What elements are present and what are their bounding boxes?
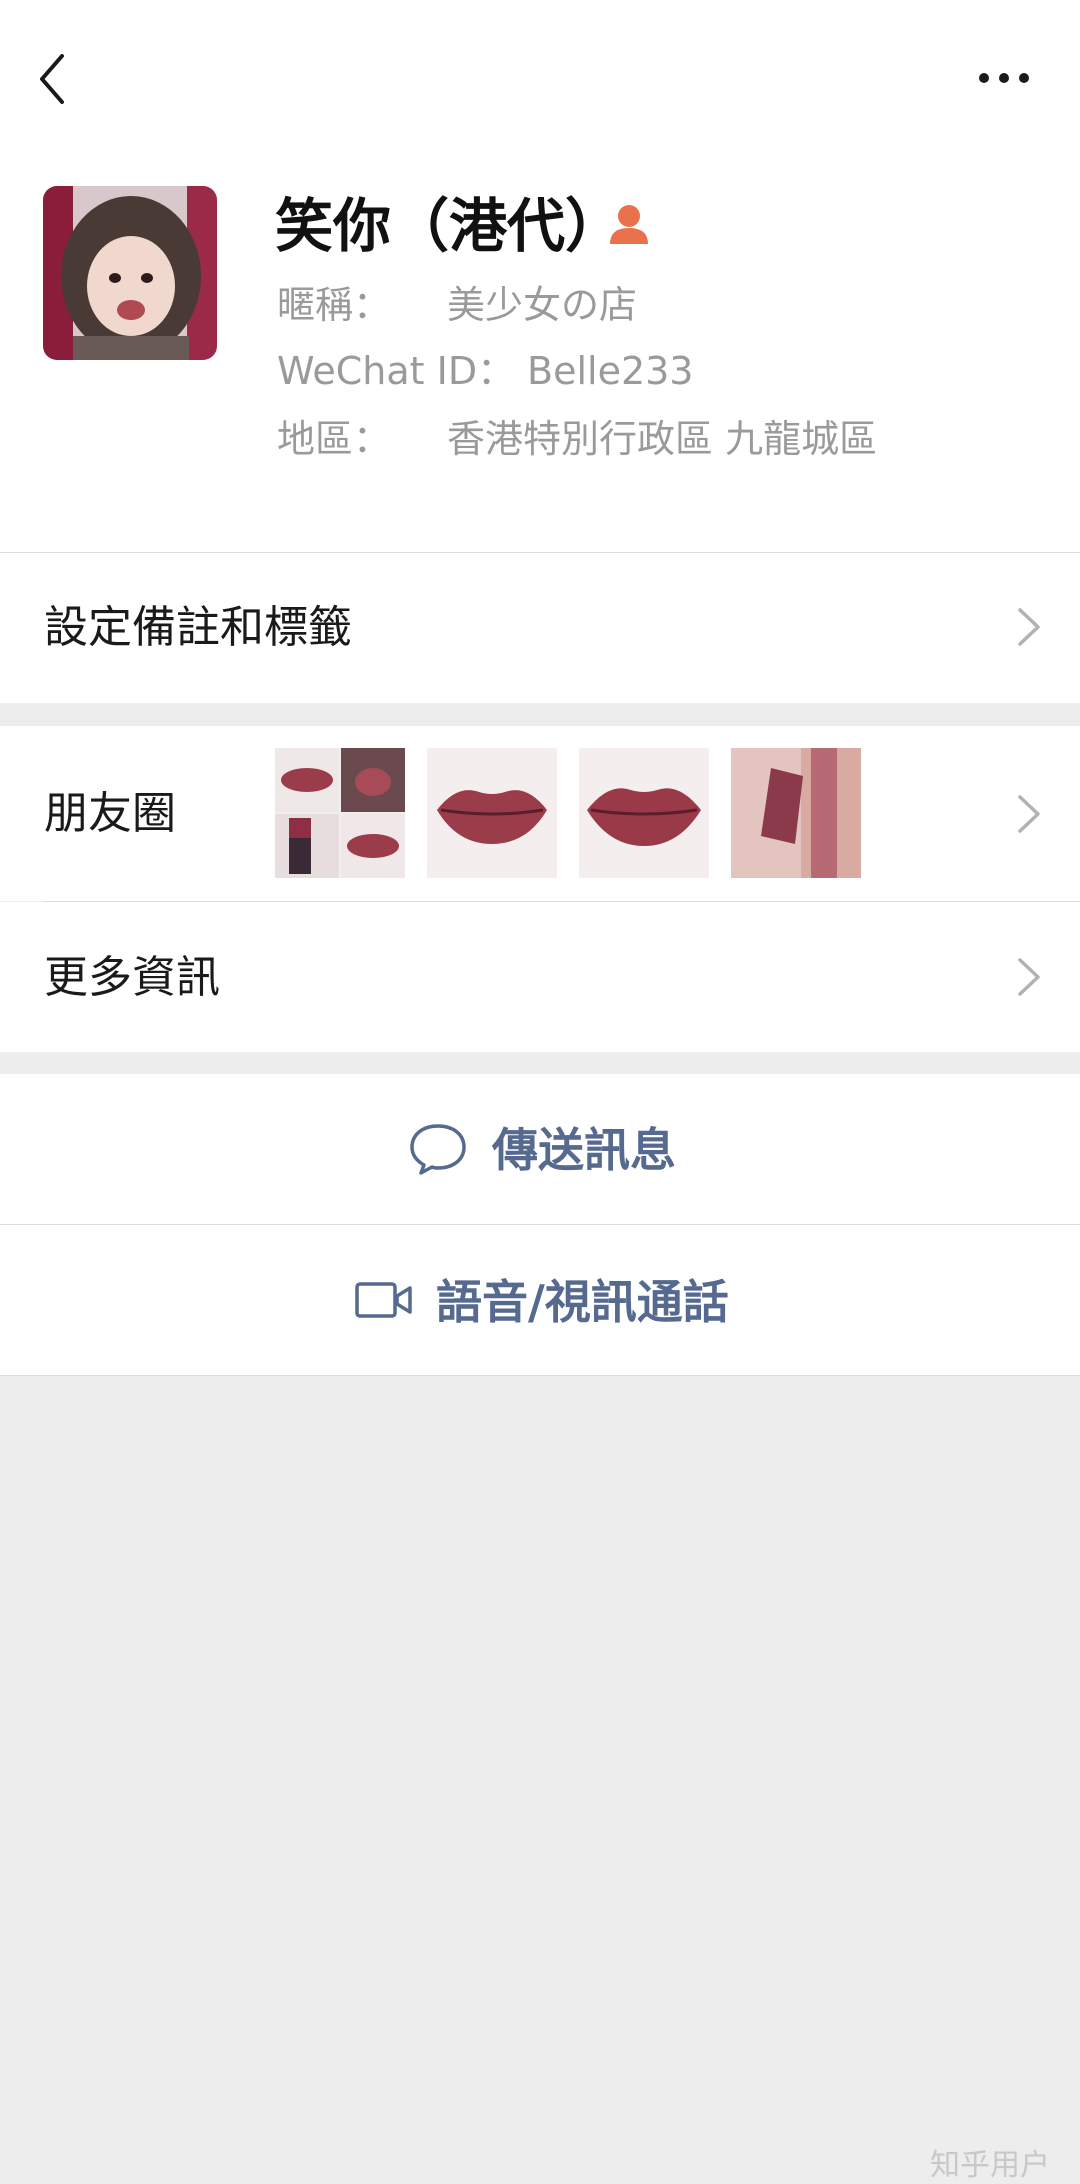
divider (0, 1375, 1080, 1376)
avatar[interactable] (43, 186, 217, 360)
nickname-value: 美少女の店 (447, 283, 638, 327)
remarks-label: 設定備註和標籤 (44, 602, 352, 653)
moments-label: 朋友圈 (44, 788, 176, 839)
send-message-label: 傳送訊息 (492, 1123, 676, 1177)
chevron-right-icon (1016, 606, 1042, 648)
watermark: 知乎用户 (930, 2148, 1050, 2183)
moments-thumbnail (427, 748, 557, 878)
more-dots-icon (979, 73, 1029, 83)
profile-name: 笑你（港代） (275, 192, 624, 260)
moments-thumbnail (275, 748, 405, 878)
voice-video-call-label: 語音/視訊通話 (436, 1275, 729, 1329)
chevron-right-icon (1016, 956, 1042, 998)
chevron-left-icon (40, 54, 64, 104)
back-button[interactable] (28, 48, 84, 110)
moments-thumbnail (731, 748, 861, 878)
region-label: 地區： (277, 417, 392, 461)
video-camera-icon (354, 1280, 414, 1320)
chevron-right-icon (1016, 793, 1042, 835)
region-value: 香港特別行政區 九龍城區 (447, 417, 878, 461)
moments-thumbnail (579, 748, 709, 878)
wechat-id-label: WeChat ID： (277, 349, 516, 393)
avatar-image (43, 186, 217, 360)
nickname-label: 暱稱： (277, 283, 392, 327)
more-info-label: 更多資訊 (44, 952, 220, 1003)
top-bar (0, 0, 1080, 160)
more-button[interactable] (970, 58, 1040, 98)
chat-bubble-icon (408, 1122, 468, 1176)
person-icon (606, 200, 652, 246)
wechat-id-value[interactable]: Belle233 (527, 346, 693, 396)
